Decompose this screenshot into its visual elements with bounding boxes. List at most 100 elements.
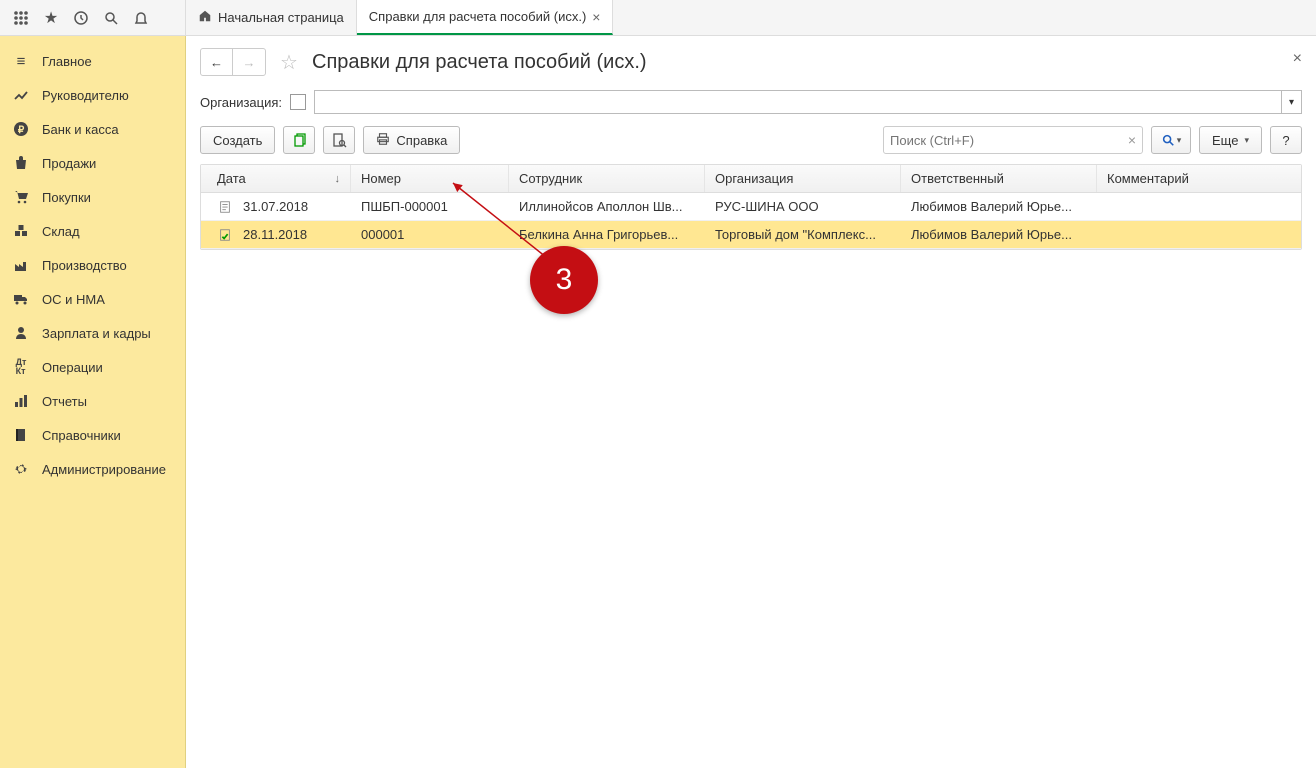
organization-label: Организация: (200, 95, 282, 110)
cell-responsible: Любимов Валерий Юрье... (901, 227, 1097, 242)
cart-icon (12, 188, 30, 206)
sidebar-item-manager[interactable]: Руководителю (0, 78, 185, 112)
document-icon (217, 200, 233, 214)
page-title: Справки для расчета пособий (исх.) (312, 51, 647, 74)
print-button[interactable]: Справка (363, 126, 460, 154)
col-comment[interactable]: Комментарий (1097, 165, 1301, 192)
nav-back-button[interactable]: ← (201, 49, 233, 75)
cell-number: ПШБП-000001 (351, 199, 509, 214)
more-button[interactable]: Еще▾ (1199, 126, 1262, 154)
sidebar-item-label: Справочники (42, 428, 121, 443)
sort-arrow-icon: ↓ (335, 173, 341, 185)
sidebar-item-label: Руководителю (42, 88, 129, 103)
col-number[interactable]: Номер (351, 165, 509, 192)
bag-icon (12, 154, 30, 172)
star-icon[interactable]: ★ (36, 3, 66, 33)
print-button-label: Справка (396, 133, 447, 148)
sidebar-item-label: Отчеты (42, 394, 87, 409)
nav-forward-button[interactable]: → (233, 49, 265, 75)
sidebar-item-label: Операции (42, 360, 103, 375)
find-button[interactable] (323, 126, 355, 154)
home-icon (198, 9, 212, 26)
sidebar-item-label: Покупки (42, 190, 91, 205)
svg-text:₽: ₽ (18, 125, 25, 136)
truck-icon (12, 290, 30, 308)
sidebar-item-warehouse[interactable]: Склад (0, 214, 185, 248)
search-clear-icon[interactable]: × (1128, 132, 1136, 148)
help-label: ? (1282, 133, 1289, 148)
sidebar-item-salary[interactable]: Зарплата и кадры (0, 316, 185, 350)
sidebar-item-directories[interactable]: Справочники (0, 418, 185, 452)
main-header: ← → ☆ Справки для расчета пособий (исх.) (200, 48, 1302, 76)
printer-icon (376, 132, 390, 149)
main-content: × ← → ☆ Справки для расчета пособий (исх… (186, 36, 1316, 768)
sidebar-item-reports[interactable]: Отчеты (0, 384, 185, 418)
cell-employee: Белкина Анна Григорьев... (509, 227, 705, 242)
sidebar-item-bank[interactable]: ₽ Банк и касса (0, 112, 185, 146)
documents-table: Дата↓ Номер Сотрудник Организация Ответс… (200, 164, 1302, 250)
annotation-bubble: 3 (530, 246, 598, 314)
history-icon[interactable] (66, 3, 96, 33)
cell-date: 31.07.2018 (243, 199, 308, 214)
col-date[interactable]: Дата↓ (201, 165, 351, 192)
search-box[interactable]: × (883, 126, 1143, 154)
factory-icon (12, 256, 30, 274)
create-button[interactable]: Создать (200, 126, 275, 154)
sidebar-item-main[interactable]: ≡ Главное (0, 44, 185, 78)
person-icon (12, 324, 30, 342)
search-input[interactable] (890, 133, 1128, 148)
tabs: Начальная страница Справки для расчета п… (186, 0, 613, 35)
advanced-search-button[interactable]: ▾ (1151, 126, 1191, 154)
sidebar-item-operations[interactable]: ДтКт Операции (0, 350, 185, 384)
cell-org: РУС-ШИНА ООО (705, 199, 901, 214)
apps-icon[interactable] (6, 3, 36, 33)
sidebar-item-assets[interactable]: ОС и НМА (0, 282, 185, 316)
table-header: Дата↓ Номер Сотрудник Организация Ответс… (201, 165, 1301, 193)
nav-buttons: ← → (200, 48, 266, 76)
organization-select[interactable]: ▾ (314, 90, 1302, 114)
sidebar-item-label: ОС и НМА (42, 292, 105, 307)
tab-active-label: Справки для расчета пособий (исх.) (369, 9, 586, 24)
sidebar-item-label: Администрирование (42, 462, 166, 477)
cell-number: 000001 (351, 227, 509, 242)
close-page-icon[interactable]: × (1293, 50, 1302, 68)
col-employee[interactable]: Сотрудник (509, 165, 705, 192)
ops-icon: ДтКт (12, 358, 30, 376)
cell-employee: Иллинойсов Аполлон Шв... (509, 199, 705, 214)
sidebar-item-label: Склад (42, 224, 80, 239)
tab-active[interactable]: Справки для расчета пособий (исх.) × (357, 0, 614, 35)
search-top-icon[interactable] (96, 3, 126, 33)
ruble-icon: ₽ (12, 120, 30, 138)
table-row[interactable]: 28.11.2018 000001 Белкина Анна Григорьев… (201, 221, 1301, 249)
table-row[interactable]: 31.07.2018 ПШБП-000001 Иллинойсов Аполло… (201, 193, 1301, 221)
organization-checkbox[interactable] (290, 94, 306, 110)
book-icon (12, 426, 30, 444)
boxes-icon (12, 222, 30, 240)
tab-home-label: Начальная страница (218, 10, 344, 25)
menu-icon: ≡ (12, 52, 30, 70)
sidebar-item-label: Продажи (42, 156, 96, 171)
sidebar-item-production[interactable]: Производство (0, 248, 185, 282)
document-ok-icon (217, 228, 233, 242)
organization-input[interactable] (315, 91, 1281, 113)
col-organization[interactable]: Организация (705, 165, 901, 192)
cell-date: 28.11.2018 (243, 227, 307, 242)
sidebar-item-sales[interactable]: Продажи (0, 146, 185, 180)
more-button-label: Еще (1212, 133, 1238, 148)
col-responsible[interactable]: Ответственный (901, 165, 1097, 192)
top-icon-bar: ★ (0, 0, 186, 35)
close-icon[interactable]: × (592, 9, 600, 25)
trend-icon (12, 86, 30, 104)
favorite-star-icon[interactable]: ☆ (276, 49, 302, 75)
bell-icon[interactable] (126, 3, 156, 33)
cell-org: Торговый дом "Комплекс... (705, 227, 901, 242)
chart-icon (12, 392, 30, 410)
table-body: 31.07.2018 ПШБП-000001 Иллинойсов Аполло… (201, 193, 1301, 249)
copy-button[interactable] (283, 126, 315, 154)
gear-icon (12, 460, 30, 478)
help-button[interactable]: ? (1270, 126, 1302, 154)
tab-home[interactable]: Начальная страница (186, 0, 357, 35)
sidebar-item-admin[interactable]: Администрирование (0, 452, 185, 486)
chevron-down-icon[interactable]: ▾ (1281, 91, 1301, 113)
sidebar-item-purchases[interactable]: Покупки (0, 180, 185, 214)
